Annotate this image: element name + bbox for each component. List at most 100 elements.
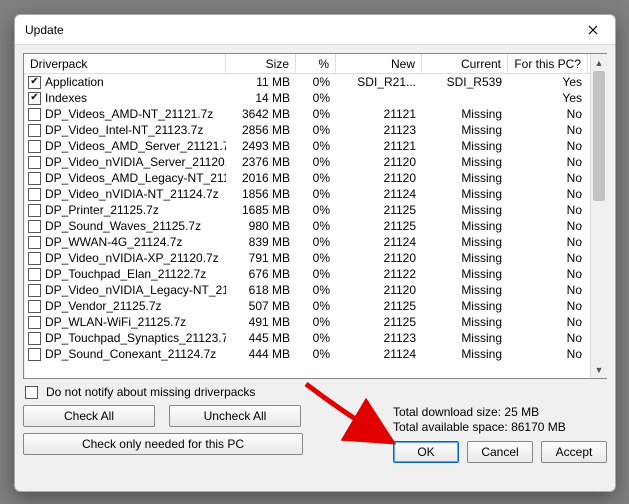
cell-pct: 0%: [296, 331, 336, 345]
cell-forpc: No: [508, 139, 588, 153]
row-checkbox[interactable]: [28, 332, 41, 345]
cell-new: 21120: [336, 171, 422, 185]
cell-name: DP_Video_nVIDIA_Server_21120.7z: [24, 155, 226, 169]
scroll-down-icon[interactable]: ▼: [591, 361, 607, 378]
row-checkbox[interactable]: [28, 156, 41, 169]
cell-size: 14 MB: [226, 91, 296, 105]
cell-new: 21120: [336, 283, 422, 297]
cell-new: 21120: [336, 251, 422, 265]
cell-forpc: No: [508, 203, 588, 217]
col-new[interactable]: New: [336, 54, 422, 73]
table-row[interactable]: DP_Video_nVIDIA_Server_21120.7z2376 MB0%…: [24, 154, 607, 170]
table-row[interactable]: DP_Touchpad_Elan_21122.7z676 MB0%21122Mi…: [24, 266, 607, 282]
cell-name: Application: [24, 75, 226, 89]
cell-forpc: No: [508, 267, 588, 281]
table-row[interactable]: DP_Videos_AMD_Server_21121.7z2493 MB0%21…: [24, 138, 607, 154]
cell-size: 618 MB: [226, 283, 296, 297]
row-checkbox[interactable]: [28, 252, 41, 265]
cancel-button[interactable]: Cancel: [467, 441, 533, 463]
cell-current: Missing: [422, 235, 508, 249]
row-name: DP_Video_Intel-NT_21123.7z: [45, 123, 203, 137]
cell-name: DP_Video_nVIDIA-XP_21120.7z: [24, 251, 226, 265]
uncheck-all-button[interactable]: Uncheck All: [169, 405, 301, 427]
cell-current: Missing: [422, 315, 508, 329]
col-current[interactable]: Current: [422, 54, 508, 73]
table-row[interactable]: DP_Video_nVIDIA-NT_21124.7z1856 MB0%2112…: [24, 186, 607, 202]
scroll-up-icon[interactable]: ▲: [591, 54, 607, 71]
check-all-button[interactable]: Check All: [23, 405, 155, 427]
scroll-thumb[interactable]: [593, 71, 605, 201]
table-row[interactable]: Indexes14 MB0%Yes: [24, 90, 607, 106]
cell-pct: 0%: [296, 187, 336, 201]
notify-checkbox[interactable]: [25, 386, 38, 399]
check-needed-button[interactable]: Check only needed for this PC: [23, 433, 303, 455]
cell-pct: 0%: [296, 235, 336, 249]
table-row[interactable]: DP_Printer_21125.7z1685 MB0%21125Missing…: [24, 202, 607, 218]
driverpack-list: Driverpack Size % New Current For this P…: [23, 53, 607, 379]
col-forpc[interactable]: For this PC?: [508, 54, 588, 73]
accept-button[interactable]: Accept: [541, 441, 607, 463]
row-checkbox[interactable]: [28, 348, 41, 361]
row-checkbox[interactable]: [28, 108, 41, 121]
table-row[interactable]: Application11 MB0%SDI_R21...SDI_R539Yes: [24, 74, 607, 90]
notify-row: Do not notify about missing driverpacks: [23, 385, 607, 399]
row-checkbox[interactable]: [28, 204, 41, 217]
table-row[interactable]: DP_Videos_AMD_Legacy-NT_211...2016 MB0%2…: [24, 170, 607, 186]
cell-size: 2376 MB: [226, 155, 296, 169]
cell-current: Missing: [422, 171, 508, 185]
table-row[interactable]: DP_Video_nVIDIA_Legacy-NT_211...618 MB0%…: [24, 282, 607, 298]
table-row[interactable]: DP_Videos_AMD-NT_21121.7z3642 MB0%21121M…: [24, 106, 607, 122]
table-row[interactable]: DP_Sound_Conexant_21124.7z444 MB0%21124M…: [24, 346, 607, 362]
cell-forpc: No: [508, 315, 588, 329]
content-area: Driverpack Size % New Current For this P…: [15, 45, 615, 491]
col-pct[interactable]: %: [296, 54, 336, 73]
close-button[interactable]: [571, 15, 615, 45]
table-row[interactable]: DP_Touchpad_Synaptics_21123.7z445 MB0%21…: [24, 330, 607, 346]
cell-forpc: No: [508, 123, 588, 137]
table-row[interactable]: DP_Video_Intel-NT_21123.7z2856 MB0%21123…: [24, 122, 607, 138]
row-checkbox[interactable]: [28, 220, 41, 233]
row-checkbox[interactable]: [28, 124, 41, 137]
row-checkbox[interactable]: [28, 92, 41, 105]
cell-forpc: No: [508, 347, 588, 361]
row-name: DP_Vendor_21125.7z: [45, 299, 162, 313]
cell-current: SDI_R539: [422, 75, 508, 89]
col-driverpack[interactable]: Driverpack: [24, 54, 226, 73]
row-checkbox[interactable]: [28, 316, 41, 329]
cell-current: Missing: [422, 139, 508, 153]
table-row[interactable]: DP_WWAN-4G_21124.7z839 MB0%21124MissingN…: [24, 234, 607, 250]
table-row[interactable]: DP_Sound_Waves_21125.7z980 MB0%21125Miss…: [24, 218, 607, 234]
bottom-panel: Do not notify about missing driverpacks …: [23, 379, 607, 463]
row-name: DP_Sound_Waves_21125.7z: [45, 219, 201, 233]
row-checkbox[interactable]: [28, 236, 41, 249]
scroll-track[interactable]: [591, 71, 607, 361]
row-checkbox[interactable]: [28, 140, 41, 153]
row-checkbox[interactable]: [28, 172, 41, 185]
cell-new: 21123: [336, 123, 422, 137]
ok-button[interactable]: OK: [393, 441, 459, 463]
cell-current: Missing: [422, 187, 508, 201]
row-name: Application: [45, 75, 104, 89]
row-checkbox[interactable]: [28, 188, 41, 201]
row-checkbox[interactable]: [28, 268, 41, 281]
cell-forpc: No: [508, 235, 588, 249]
table-row[interactable]: DP_Video_nVIDIA-XP_21120.7z791 MB0%21120…: [24, 250, 607, 266]
row-checkbox[interactable]: [28, 284, 41, 297]
cell-name: DP_Videos_AMD_Legacy-NT_211...: [24, 171, 226, 185]
row-name: DP_Video_nVIDIA-XP_21120.7z: [45, 251, 219, 265]
table-row[interactable]: DP_WLAN-WiFi_21125.7z491 MB0%21125Missin…: [24, 314, 607, 330]
cell-size: 1856 MB: [226, 187, 296, 201]
cell-name: DP_Sound_Waves_21125.7z: [24, 219, 226, 233]
cell-forpc: No: [508, 331, 588, 345]
col-size[interactable]: Size: [226, 54, 296, 73]
button-row: Check All Uncheck All Check only needed …: [23, 405, 607, 463]
row-checkbox[interactable]: [28, 300, 41, 313]
cell-pct: 0%: [296, 171, 336, 185]
table-row[interactable]: DP_Vendor_21125.7z507 MB0%21125MissingNo: [24, 298, 607, 314]
row-name: DP_WLAN-WiFi_21125.7z: [45, 315, 186, 329]
vertical-scrollbar[interactable]: ▲ ▼: [590, 54, 607, 378]
cell-size: 839 MB: [226, 235, 296, 249]
titlebar: Update: [15, 15, 615, 45]
row-name: DP_WWAN-4G_21124.7z: [45, 235, 182, 249]
row-checkbox[interactable]: [28, 76, 41, 89]
